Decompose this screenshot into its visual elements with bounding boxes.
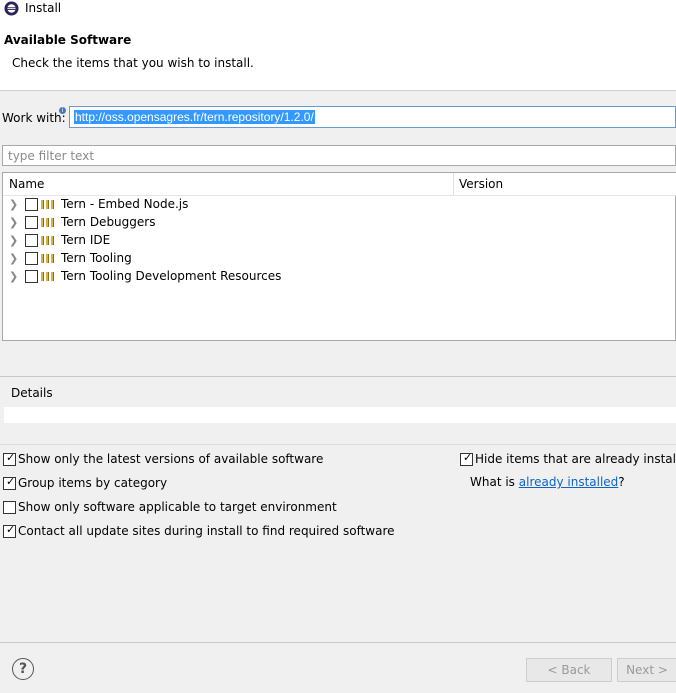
package-icon xyxy=(41,254,55,263)
checkmark-icon: ✓ xyxy=(6,475,16,488)
details-label: Details xyxy=(11,386,53,400)
page-title: Available Software xyxy=(4,33,132,47)
hide-installed-checkbox[interactable]: ✓ xyxy=(460,451,473,466)
software-tree[interactable]: Name Version ❯ Tern - Embed Node.js ❯ Te… xyxy=(2,172,676,341)
column-divider[interactable] xyxy=(453,173,454,195)
target-env-checkbox[interactable] xyxy=(3,501,16,514)
package-icon xyxy=(41,218,55,227)
work-with-label: Work with: xyxy=(2,111,66,125)
what-is-suffix: ? xyxy=(618,475,625,489)
filter-field[interactable] xyxy=(2,145,676,166)
package-icon xyxy=(41,236,55,245)
checkmark-icon: ✓ xyxy=(463,451,473,464)
group-by-category-label[interactable]: Group items by category xyxy=(18,476,167,490)
hide-installed-label[interactable]: Hide items that are already installed xyxy=(475,452,676,466)
tree-row-label: Tern IDE xyxy=(61,233,111,247)
work-with-value[interactable]: http://oss.opensagres.fr/tern.repository… xyxy=(74,110,315,124)
row-checkbox[interactable] xyxy=(25,252,38,265)
tree-row[interactable]: ❯ Tern Tooling xyxy=(3,250,676,268)
work-with-combo[interactable]: http://oss.opensagres.fr/tern.repository… xyxy=(69,106,676,128)
already-installed-link[interactable]: already installed xyxy=(519,475,619,489)
window-title: Install xyxy=(25,1,62,15)
tree-row[interactable]: ❯ Tern IDE xyxy=(3,232,676,250)
info-icon: i xyxy=(59,107,66,114)
tree-row[interactable]: ❯ Tern Debuggers xyxy=(3,214,676,232)
latest-versions-label[interactable]: Show only the latest versions of availab… xyxy=(18,452,323,466)
chevron-right-icon[interactable]: ❯ xyxy=(9,198,18,211)
button-bar-separator xyxy=(0,642,676,643)
tree-row-label: Tern Tooling xyxy=(61,251,132,265)
row-checkbox[interactable] xyxy=(25,198,38,211)
details-area xyxy=(4,407,676,423)
checkmark-icon: ✓ xyxy=(6,451,16,464)
tree-row[interactable]: ❯ Tern - Embed Node.js xyxy=(3,196,676,214)
target-env-label[interactable]: Show only software applicable to target … xyxy=(18,500,337,514)
tree-row-label: Tern Tooling Development Resources xyxy=(61,269,282,283)
eclipse-icon xyxy=(4,1,19,16)
checkmark-icon: ✓ xyxy=(6,523,16,536)
contact-sites-checkbox[interactable]: ✓ xyxy=(3,523,16,538)
package-icon xyxy=(41,272,55,281)
details-separator xyxy=(0,376,676,377)
tree-row-label: Tern Debuggers xyxy=(61,215,156,229)
chevron-right-icon[interactable]: ❯ xyxy=(9,252,18,265)
page-description: Check the items that you wish to install… xyxy=(12,56,254,70)
tree-header: Name Version xyxy=(3,173,676,196)
chevron-right-icon[interactable]: ❯ xyxy=(9,216,18,229)
row-checkbox[interactable] xyxy=(25,216,38,229)
what-is-prefix: What is xyxy=(470,475,519,489)
package-icon xyxy=(41,200,55,209)
chevron-right-icon[interactable]: ❯ xyxy=(9,270,18,283)
chevron-right-icon[interactable]: ❯ xyxy=(9,234,18,247)
latest-versions-checkbox[interactable]: ✓ xyxy=(3,451,16,466)
tree-row[interactable]: ❯ Tern Tooling Development Resources xyxy=(3,268,676,286)
filter-input[interactable] xyxy=(6,148,670,164)
row-checkbox[interactable] xyxy=(25,270,38,283)
title-bar: Install xyxy=(0,0,676,18)
wizard-header: Available Software Check the items that … xyxy=(0,18,676,91)
options-separator xyxy=(0,444,676,445)
tree-row-label: Tern - Embed Node.js xyxy=(61,197,189,211)
contact-sites-label[interactable]: Contact all update sites during install … xyxy=(18,524,395,538)
column-version[interactable]: Version xyxy=(459,177,503,191)
help-icon[interactable]: ? xyxy=(12,658,34,680)
column-name[interactable]: Name xyxy=(9,177,44,191)
back-button[interactable]: < Back xyxy=(526,658,612,682)
row-checkbox[interactable] xyxy=(25,234,38,247)
next-button[interactable]: Next > xyxy=(617,658,676,682)
group-by-category-checkbox[interactable]: ✓ xyxy=(3,475,16,490)
what-is-installed: What is already installed? xyxy=(470,475,625,489)
